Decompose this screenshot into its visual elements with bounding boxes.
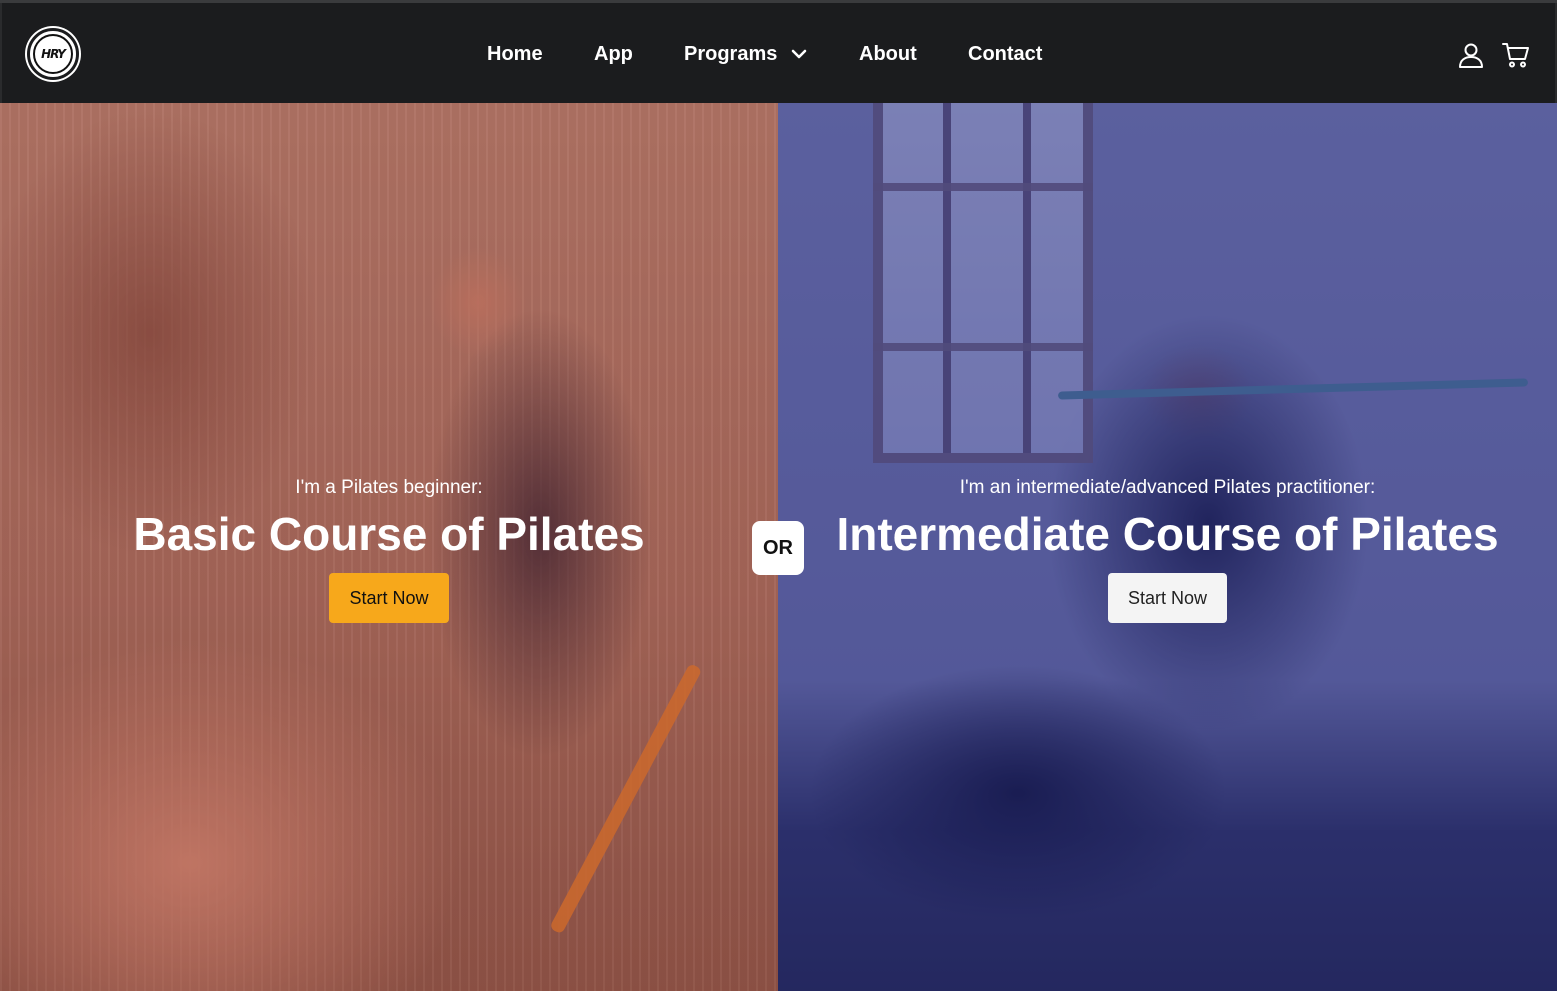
- beginner-course-title: Basic Course of Pilates: [133, 508, 645, 560]
- nav-contact[interactable]: Contact: [968, 39, 1042, 69]
- site-header: HRY Home App Programs About Contact: [0, 3, 1557, 103]
- nav-about[interactable]: About: [859, 39, 917, 69]
- beginner-eyebrow: I'm a Pilates beginner:: [295, 477, 483, 498]
- or-separator-badge: OR: [752, 521, 804, 575]
- intermediate-content: I'm an intermediate/advanced Pilates pra…: [778, 103, 1557, 991]
- nav-programs[interactable]: Programs: [684, 39, 777, 69]
- intermediate-start-now-button[interactable]: Start Now: [1107, 573, 1228, 623]
- beginner-content: I'm a Pilates beginner: Basic Course of …: [0, 103, 778, 991]
- chevron-down-icon[interactable]: [790, 45, 808, 63]
- main-nav: Home App Programs About Contact: [2, 3, 1557, 103]
- intermediate-eyebrow: I'm an intermediate/advanced Pilates pra…: [959, 477, 1376, 498]
- beginner-start-now-button[interactable]: Start Now: [329, 573, 449, 623]
- user-icon[interactable]: [1457, 41, 1485, 69]
- nav-home[interactable]: Home: [487, 39, 543, 69]
- nav-app[interactable]: App: [594, 39, 633, 69]
- intermediate-course-title: Intermediate Course of Pilates: [836, 508, 1499, 560]
- cart-icon[interactable]: [1502, 41, 1530, 69]
